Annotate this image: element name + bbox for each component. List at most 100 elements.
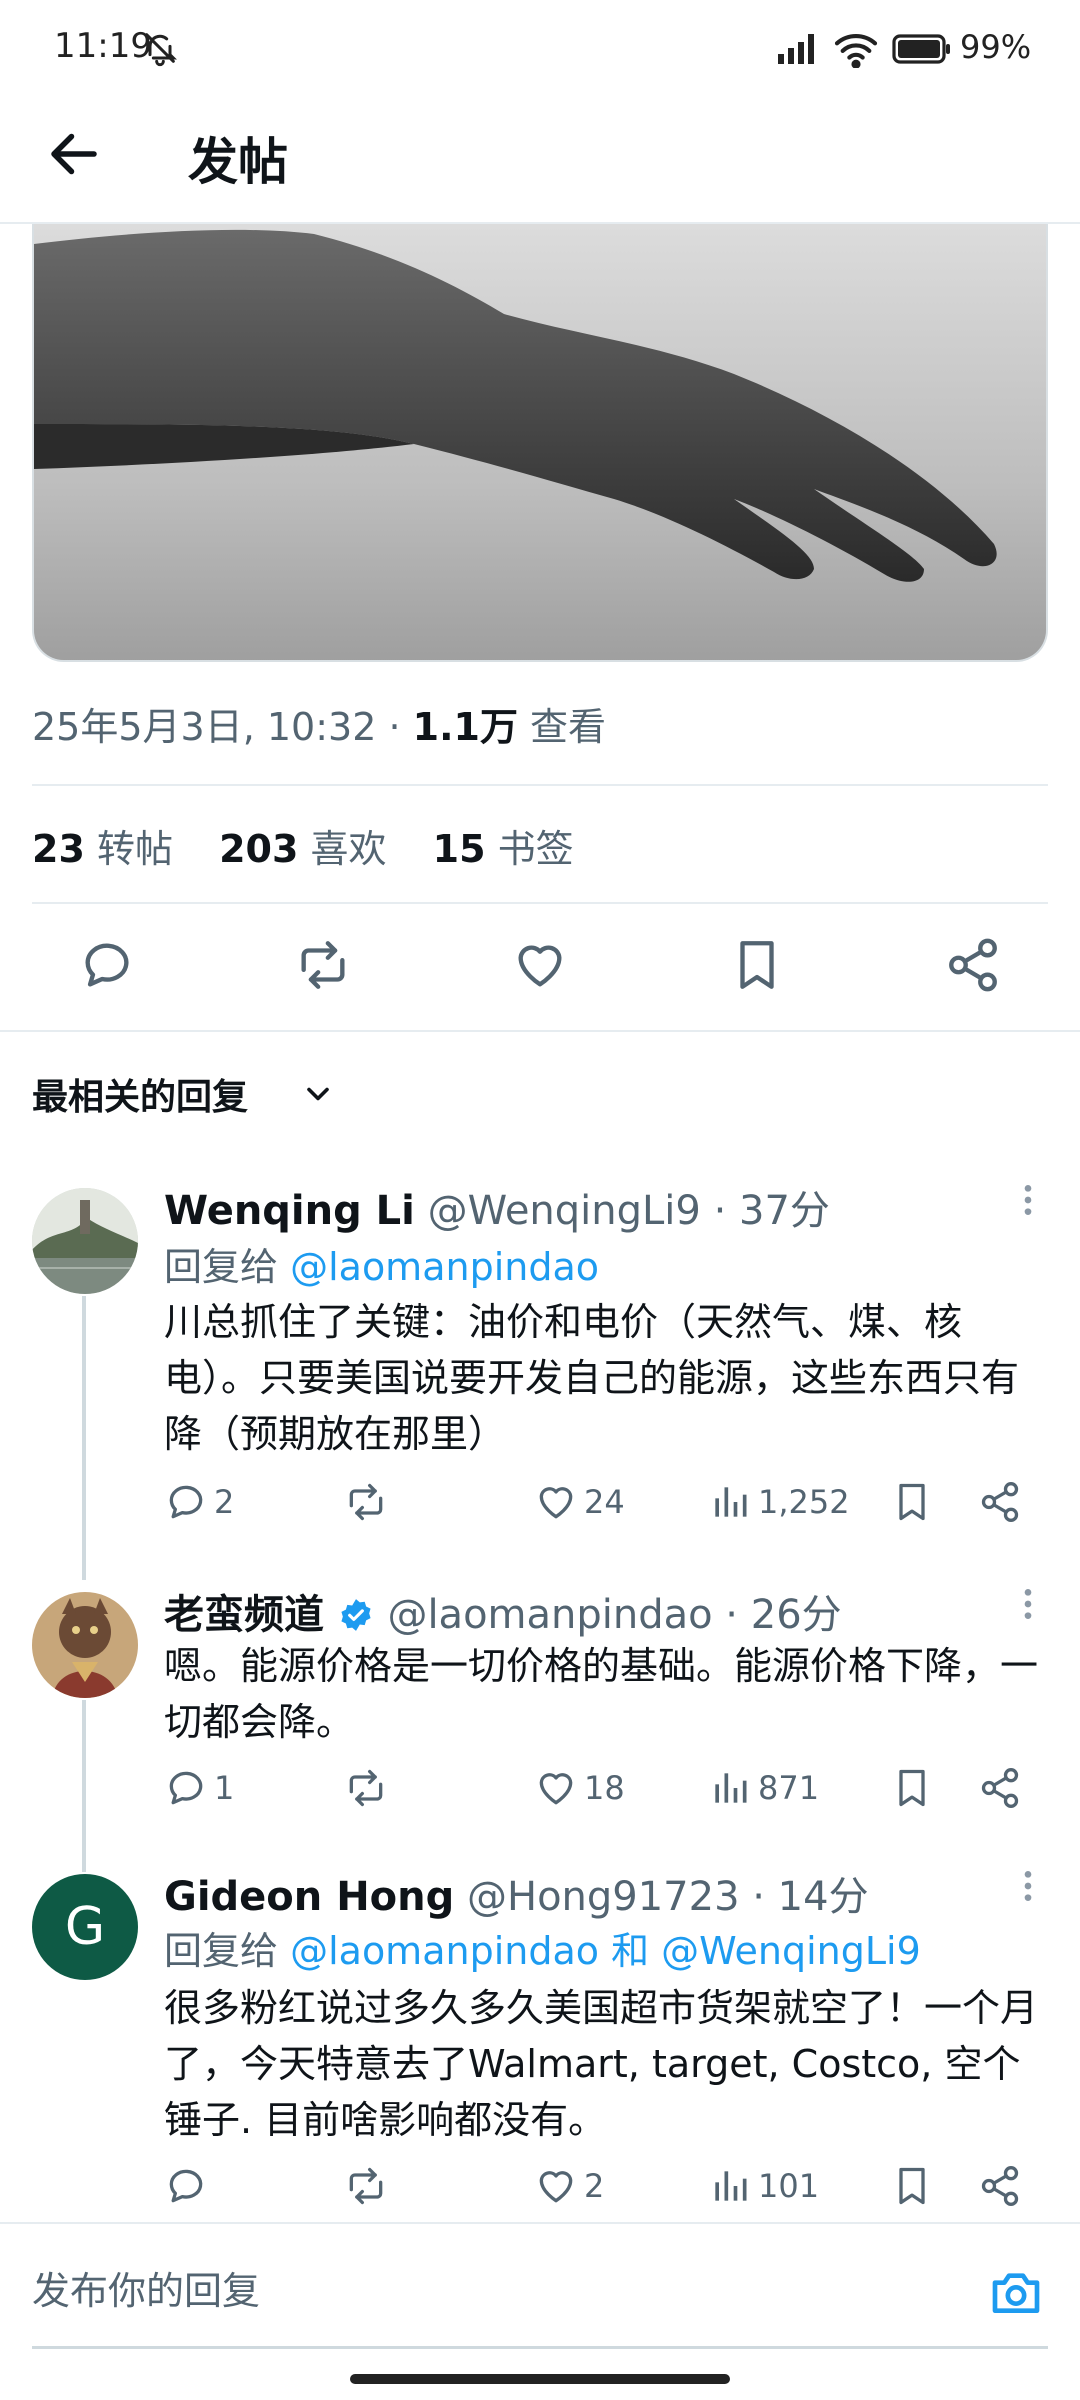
reply-comment-button[interactable]: 1 — [164, 1760, 234, 1816]
like-icon — [539, 1773, 573, 1805]
bookmark-icon[interactable] — [890, 1480, 934, 1524]
reply-like-button[interactable]: 24 — [534, 1474, 625, 1530]
reply-to-prefix: 回复给 — [164, 1929, 291, 1973]
avatar[interactable]: G — [32, 1874, 138, 1980]
avatar-letter: G — [64, 1897, 106, 1957]
verified-badge-icon — [341, 1599, 371, 1631]
wifi-icon — [834, 33, 878, 68]
reply-to-prefix: 回复给 — [164, 1245, 291, 1289]
views-chart-icon — [715, 2171, 747, 2201]
reply-author-name[interactable]: Gideon Hong — [164, 1874, 454, 1920]
comment-count: 2 — [214, 1483, 235, 1521]
reply-handle-time: @laomanpindao · 26分 — [387, 1592, 842, 1638]
avatar[interactable] — [32, 1188, 138, 1294]
views-label: 查看 — [517, 705, 607, 749]
repost-icon[interactable] — [294, 936, 352, 994]
home-indicator[interactable] — [350, 2374, 730, 2384]
signal-icon — [778, 34, 814, 64]
share-icon[interactable] — [978, 1766, 1022, 1810]
replies-sort-label[interactable]: 最相关的回复 — [32, 1068, 248, 1120]
reply-like-button[interactable]: 18 — [534, 1760, 625, 1816]
notifications-off-icon — [145, 33, 177, 67]
bookmarks-count[interactable]: 15 — [433, 827, 486, 871]
views-chart-icon — [715, 1487, 747, 1517]
views-count: 101 — [758, 2167, 820, 2205]
reply-like-button[interactable]: 2 — [534, 2158, 604, 2214]
reply-views-button[interactable]: 871 — [708, 1760, 819, 1816]
reply-icon[interactable] — [78, 936, 136, 994]
avatar[interactable] — [32, 1592, 138, 1698]
chevron-down-icon[interactable] — [300, 1076, 336, 1112]
bookmark-icon[interactable] — [728, 936, 786, 994]
reply-author-name[interactable]: 老蛮频道 — [164, 1592, 324, 1638]
reply-repost-button[interactable] — [344, 1760, 394, 1816]
reply-comment-button[interactable]: 2 — [164, 1474, 234, 1530]
post-stats: 23 转帖 203 喜欢 15 书签 — [32, 818, 574, 873]
reply-to-line: 回复给 @laomanpindao — [164, 1236, 599, 1291]
like-count: 2 — [584, 2167, 605, 2205]
reply-icon — [169, 1771, 203, 1805]
thread-line — [82, 1700, 86, 1872]
bookmark-icon[interactable] — [890, 1766, 934, 1810]
reply-icon — [169, 1485, 203, 1519]
reply-handle-time: @Hong91723 · 14分 — [466, 1874, 869, 1920]
reply-views-button[interactable]: 1,252 — [708, 1474, 850, 1530]
reply-input[interactable]: 发布你的回复 — [32, 2260, 260, 2315]
post-action-bar — [0, 900, 1080, 1030]
reply-header: Gideon Hong @Hong91723 · 14分 — [164, 1864, 869, 1922]
back-arrow-icon[interactable] — [44, 124, 104, 184]
repost-icon — [349, 1769, 383, 1807]
reply-author-name[interactable]: Wenqing Li — [164, 1188, 415, 1234]
views-count: 871 — [758, 1769, 820, 1807]
hand-photo — [34, 224, 1046, 660]
reply-actions: 2 24 1,252 — [164, 1474, 1054, 1534]
reply-comment-button[interactable] — [164, 2158, 214, 2214]
reply-to-mention[interactable]: @laomanpindao 和 @WenqingLi9 — [290, 1929, 921, 1973]
reposts-count[interactable]: 23 — [32, 827, 85, 871]
reposts-label[interactable]: 转帖 — [97, 827, 173, 871]
like-icon — [539, 1487, 573, 1519]
bookmarks-label[interactable]: 书签 — [498, 827, 574, 871]
likes-count[interactable]: 203 — [219, 827, 298, 871]
views-count: 1.1万 — [412, 705, 518, 749]
composer-underline — [32, 2346, 1048, 2349]
battery-percent: 99% — [960, 28, 1032, 66]
repost-icon — [349, 1483, 383, 1521]
divider — [32, 784, 1048, 786]
divider — [0, 1030, 1080, 1032]
more-options-icon[interactable] — [1010, 1866, 1046, 1906]
likes-label[interactable]: 喜欢 — [311, 827, 387, 871]
reply-views-button[interactable]: 101 — [708, 2158, 819, 2214]
share-icon[interactable] — [978, 1480, 1022, 1524]
like-icon[interactable] — [511, 936, 569, 994]
top-app-bar: 发帖 — [0, 98, 1080, 224]
like-icon — [539, 2171, 573, 2203]
reply-text: 嗯。能源价格是一切价格的基础。能源价格下降，一切都会降。 — [164, 1644, 1039, 1744]
status-bar: 11:19 99% — [0, 0, 1080, 98]
reply-composer: 发布你的回复 — [0, 2222, 1080, 2349]
post-timestamp: 25年5月3日, 10:32 · — [32, 705, 413, 749]
reply-icon — [169, 2169, 203, 2203]
camera-icon[interactable] — [988, 2264, 1044, 2320]
reply-repost-button[interactable] — [344, 1474, 394, 1530]
repost-icon — [349, 2167, 383, 2205]
reply-actions: 1 18 871 — [164, 1760, 1054, 1820]
more-options-icon[interactable] — [1010, 1584, 1046, 1624]
reply-actions: 2 101 — [164, 2158, 1054, 2218]
reply-to-line: 回复给 @laomanpindao 和 @WenqingLi9 — [164, 1920, 921, 1975]
bookmark-icon[interactable] — [890, 2164, 934, 2208]
like-count: 18 — [584, 1769, 625, 1807]
reply-to-mention[interactable]: @laomanpindao — [290, 1245, 599, 1289]
reply-text: 川总抓住了关键：油价和电价（天然气、煤、核电）。只要美国说要开发自己的能源，这些… — [164, 1300, 1020, 1456]
reply-header: 老蛮频道 @laomanpindao · 26分 — [164, 1582, 842, 1640]
thread-line — [82, 1296, 86, 1580]
post-meta: 25年5月3日, 10:32 · 1.1万 查看 — [32, 696, 606, 751]
share-icon[interactable] — [944, 936, 1002, 994]
post-image[interactable] — [32, 224, 1048, 662]
reply-repost-button[interactable] — [344, 2158, 394, 2214]
battery-icon — [892, 34, 950, 64]
reply-header: Wenqing Li @WenqingLi9 · 37分 — [164, 1178, 830, 1236]
share-icon[interactable] — [978, 2164, 1022, 2208]
reply-handle-time: @WenqingLi9 · 37分 — [427, 1188, 830, 1234]
more-options-icon[interactable] — [1010, 1180, 1046, 1220]
